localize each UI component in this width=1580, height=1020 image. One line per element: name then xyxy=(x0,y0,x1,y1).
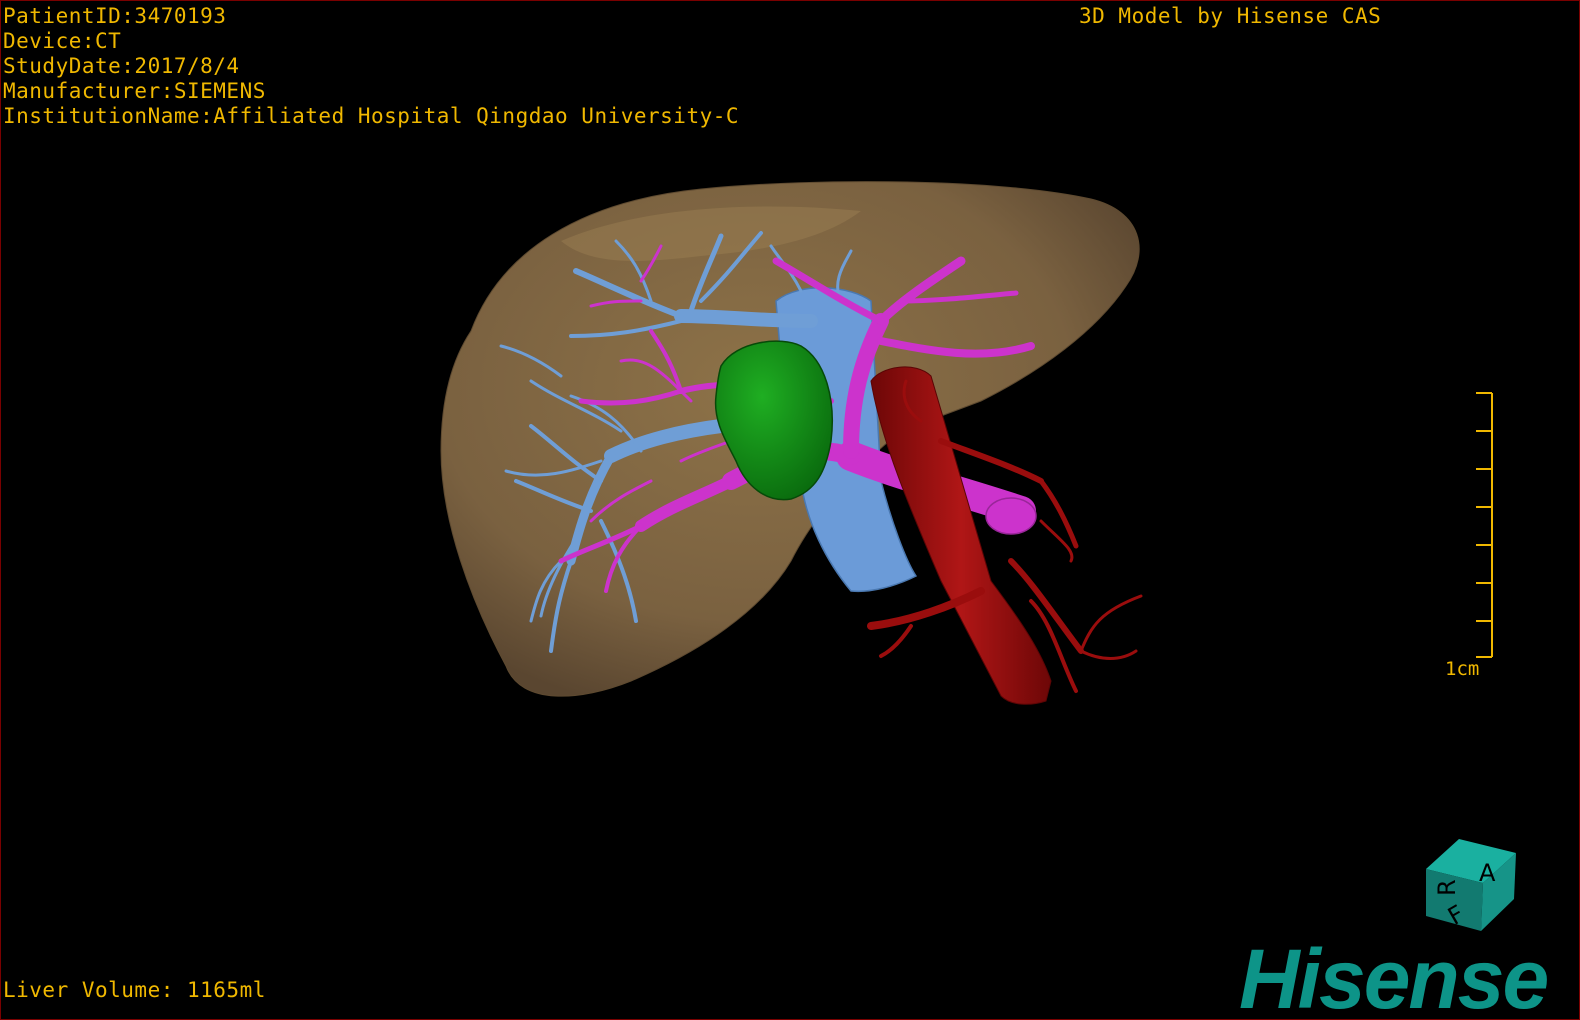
portal-vein-confluence xyxy=(985,497,1037,535)
patient-info-overlay: PatientID:3470193 Device:CT StudyDate:2017… xyxy=(3,4,739,129)
manufacturer: Manufacturer:SIEMENS xyxy=(3,79,266,103)
liver-volume-readout: Liver Volume: 1165ml xyxy=(3,978,266,1002)
hisense-logo: Hisense xyxy=(1239,932,1549,1020)
cube-label-a: A xyxy=(1479,859,1496,887)
cube-label-r: R xyxy=(1433,879,1461,896)
patient-id: PatientID:3470193 xyxy=(3,4,227,28)
liver-3d-model[interactable]: A R F xyxy=(1,1,1579,1019)
study-date: StudyDate:2017/8/4 xyxy=(3,54,240,78)
orientation-cube[interactable]: A R F xyxy=(1426,839,1516,931)
scale-bar xyxy=(1476,392,1493,658)
model-credit: 3D Model by Hisense CAS xyxy=(1079,4,1382,28)
institution-name: InstitutionName:Affiliated Hospital Qing… xyxy=(3,104,740,128)
3d-viewport[interactable]: A R F PatientID:3470193 Device:CT StudyDat… xyxy=(0,0,1580,1020)
scale-bar-label: 1cm xyxy=(1445,658,1480,680)
device: Device:CT xyxy=(3,29,122,53)
